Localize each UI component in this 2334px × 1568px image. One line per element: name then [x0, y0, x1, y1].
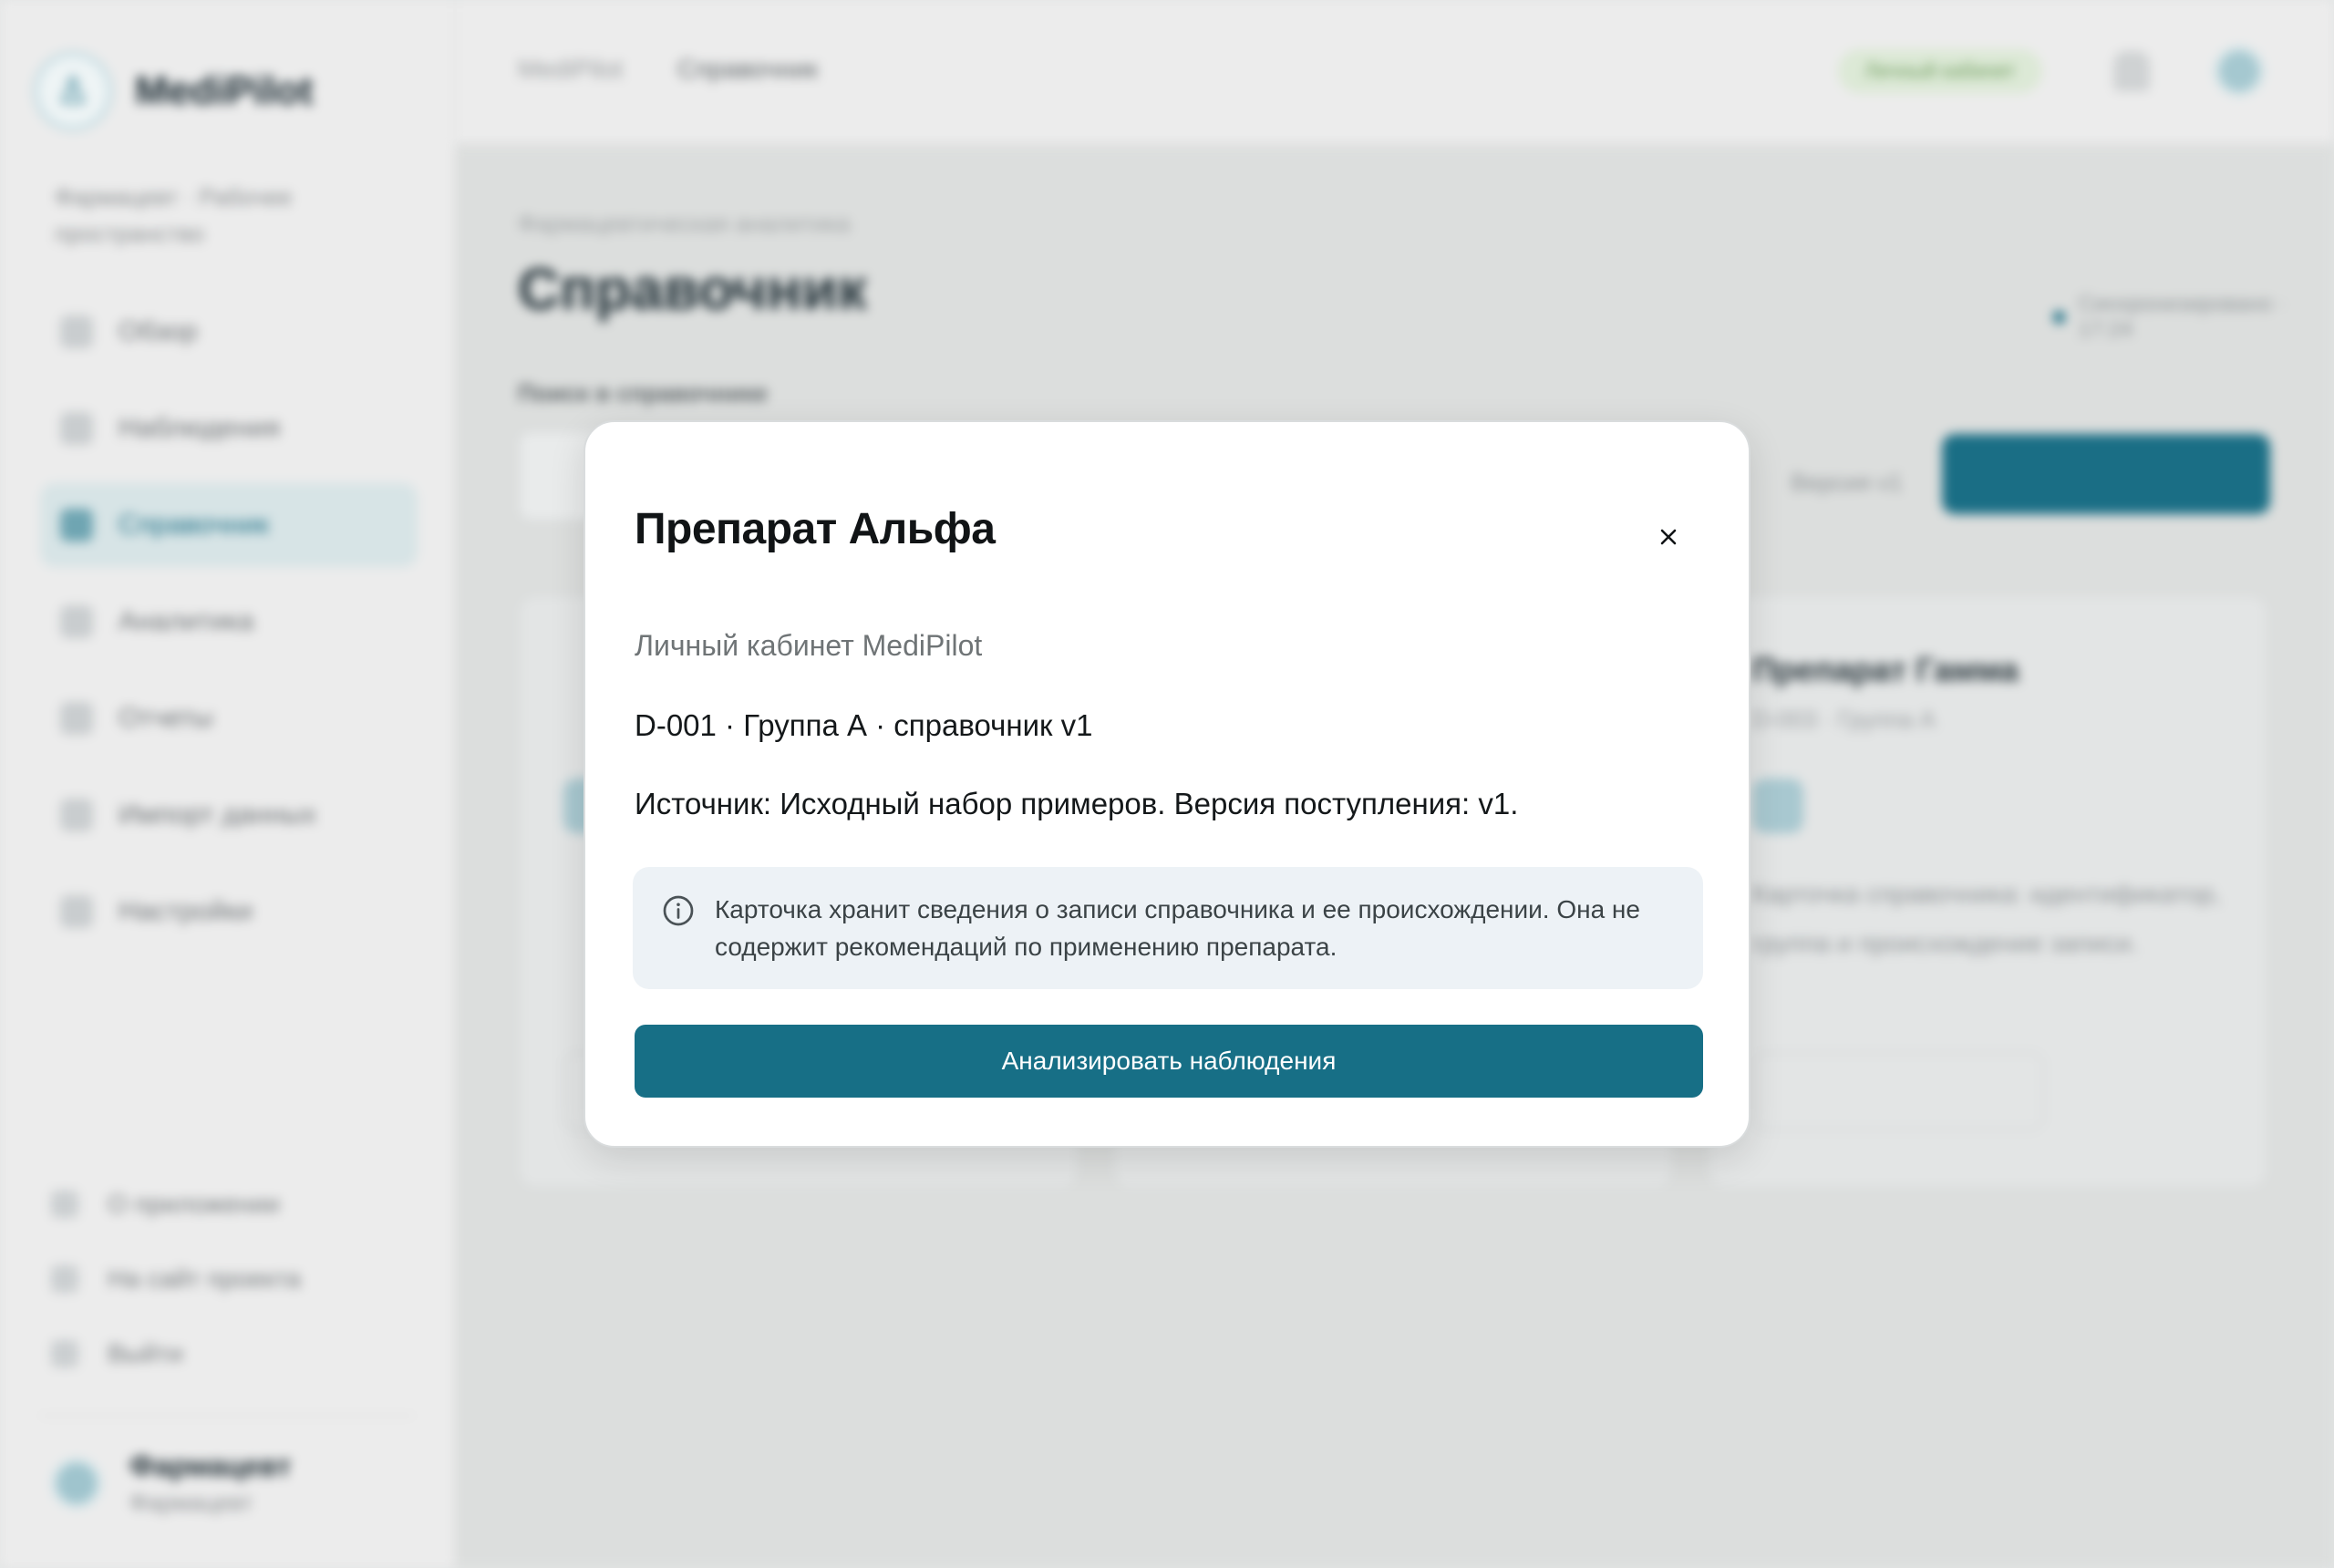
search-label: Поиск в справочнике	[518, 379, 769, 407]
import-button[interactable]	[1942, 434, 2270, 514]
sync-text: Синхронизировано · 17:24	[2078, 292, 2286, 342]
analyze-observations-button[interactable]: Анализировать наблюдения	[635, 1025, 1703, 1098]
sidebar-item-project-site[interactable]: На сайт проекта	[51, 1242, 301, 1316]
card-title: Препарат Гамма	[1752, 651, 2019, 688]
analytics-icon	[60, 605, 93, 638]
chart-icon	[60, 509, 93, 542]
clipboard-icon	[60, 412, 93, 445]
logout-icon	[51, 1340, 78, 1367]
info-text: Карточка хранит сведения о записи справо…	[715, 895, 1640, 961]
version-select[interactable]: Версия v1	[1791, 469, 1903, 497]
page-title: Справочник	[518, 256, 867, 322]
sidebar-item-label: Справочник	[119, 510, 269, 540]
sidebar-item-label: Выйти	[108, 1339, 183, 1367]
drug-source: Источник: Исходный набор примеров. Верси…	[635, 787, 1519, 820]
sync-status: Синхронизировано · 17:24	[2053, 292, 2334, 343]
sidebar-item-label: Обзор	[119, 316, 198, 346]
info-notice: Карточка хранит сведения о записи справо…	[633, 867, 1703, 989]
sidebar: ♙ MediPilot Фармацевт · Рабочее простран…	[0, 0, 456, 1568]
drug-details-modal: Препарат Альфа Личный кабинет MediPilot …	[584, 420, 1750, 1148]
grid-icon	[60, 315, 93, 348]
modal-subtitle: Личный кабинет MediPilot	[635, 629, 983, 662]
card-subtitle: D-003 · Группа А	[1752, 706, 1936, 733]
sidebar-item-label: На сайт проекта	[108, 1264, 301, 1293]
sidebar-bottom-nav: О приложении На сайт проекта Выйти	[51, 1167, 301, 1391]
workspace-label: Фармацевт · Рабочее пространство	[55, 183, 293, 247]
sidebar-item-label: Наблюдения	[119, 413, 281, 443]
bell-icon[interactable]	[2113, 51, 2150, 91]
sidebar-item-import[interactable]: Импорт данных	[40, 773, 418, 857]
user-icon	[60, 702, 93, 735]
card-text: Карточка справочника: идентификатор, гру…	[1752, 880, 2222, 957]
breadcrumb-current: Справочник	[677, 55, 819, 83]
sidebar-item-reports[interactable]: Отчеты	[40, 676, 418, 760]
sidebar-nav: Обзор Наблюдения Справочник Аналитика От…	[40, 290, 418, 966]
sidebar-item-overview[interactable]: Обзор	[40, 290, 418, 374]
sidebar-item-label: Отчеты	[119, 703, 213, 733]
close-button[interactable]	[1650, 519, 1687, 555]
sidebar-item-reference[interactable]: Справочник	[40, 483, 418, 567]
card-button[interactable]	[1752, 1052, 2044, 1130]
drug-card: Препарат Гамма D-003 · Группа А Карточка…	[1707, 594, 2268, 1189]
gear-icon	[60, 895, 93, 928]
sidebar-item-label: Импорт данных	[119, 799, 317, 830]
sidebar-item-about[interactable]: О приложении	[51, 1167, 301, 1242]
sidebar-item-label: Настройки	[119, 896, 253, 926]
sidebar-divider	[40, 1415, 414, 1417]
info-icon	[51, 1191, 78, 1218]
sidebar-item-label: О приложении	[108, 1190, 280, 1218]
info-icon	[663, 895, 694, 926]
breadcrumb-root[interactable]: MediPilot	[518, 55, 623, 84]
logo: ♙ MediPilot	[33, 51, 314, 131]
avatar[interactable]	[2214, 46, 2265, 97]
page-subtitle: Фармацевтическая аналитика	[518, 210, 851, 237]
sidebar-item-analytics[interactable]: Аналитика	[40, 580, 418, 664]
close-icon	[1660, 529, 1677, 545]
pill-icon	[1752, 779, 1803, 833]
modal-title: Препарат Альфа	[635, 505, 996, 553]
user-profile[interactable]: Фармацевт Фармацевт	[51, 1449, 292, 1517]
sidebar-item-label: Аналитика	[119, 606, 254, 636]
drug-meta: D-001 · Группа А · справочник v1	[635, 708, 1093, 742]
user-role: Фармацевт	[129, 1489, 253, 1516]
sidebar-item-observations[interactable]: Наблюдения	[40, 387, 418, 470]
topbar: MediPilot Справочник Личный кабинет	[456, 0, 2334, 144]
status-badge: Личный кабинет	[1838, 49, 2042, 93]
external-link-icon	[51, 1265, 78, 1293]
logo-icon: ♙	[33, 51, 113, 131]
database-icon	[60, 799, 93, 831]
user-name: Фармацевт	[129, 1449, 292, 1482]
logo-text: MediPilot	[135, 68, 314, 113]
sidebar-item-settings[interactable]: Настройки	[40, 870, 418, 954]
breadcrumb: MediPilot Справочник	[518, 55, 818, 84]
sidebar-item-logout[interactable]: Выйти	[51, 1316, 301, 1391]
status-dot-icon	[2053, 311, 2066, 324]
avatar	[51, 1458, 102, 1509]
